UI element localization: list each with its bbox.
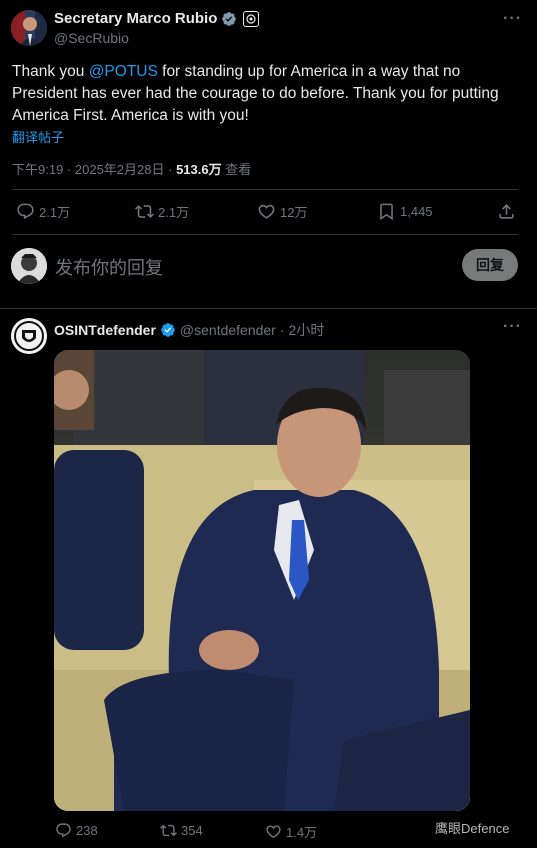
affiliate-badge-icon [243, 10, 260, 27]
reply-count: 2.1万 [39, 205, 71, 220]
like-count: 12万 [280, 205, 308, 220]
tweet-views-label: 查看 [221, 162, 252, 177]
meta-separator: · [279, 322, 285, 338]
rubio-avatar[interactable] [11, 10, 47, 46]
like-action[interactable]: 12万 [257, 202, 307, 221]
tweet-author-name[interactable]: Secretary Marco Rubio [54, 10, 217, 27]
more-icon[interactable]: ··· [503, 10, 522, 28]
meta-separator: · [63, 162, 75, 177]
reply-author-name[interactable]: OSINTdefender [54, 322, 156, 338]
bookmark-icon [380, 203, 393, 221]
tweet-meta: 下午9:19 · 2025年2月28日 · 513.6万 查看 [12, 159, 251, 178]
reply-icon [17, 203, 34, 220]
reply-input[interactable]: 发布你的回复 [55, 254, 163, 280]
reply-author-handle[interactable]: @sentdefender [180, 322, 276, 338]
meta-separator: · [164, 162, 177, 177]
reply-count: 238 [76, 823, 98, 838]
share-icon [499, 204, 514, 219]
repost-icon [135, 205, 154, 218]
reply-icon [56, 823, 71, 838]
like-icon [266, 825, 281, 838]
user-avatar-image [11, 248, 47, 284]
repost-action[interactable]: 354 [160, 822, 203, 839]
reply-action[interactable]: 238 [55, 822, 98, 839]
osint-avatar-image [11, 318, 47, 354]
like-action[interactable]: 1.4万 [265, 822, 317, 841]
reply-time[interactable]: 2小时 [289, 320, 325, 340]
reply-action[interactable]: 2.1万 [16, 202, 70, 221]
like-icon [258, 204, 275, 219]
repost-icon [160, 824, 177, 837]
tweet-time[interactable]: 下午9:19 [12, 162, 63, 177]
osint-avatar[interactable] [11, 318, 47, 354]
translate-link[interactable]: 翻译帖子 [12, 127, 64, 146]
tweet-media-image[interactable] [54, 350, 470, 811]
rubio-avatar-image [11, 10, 47, 46]
more-icon[interactable]: ··· [503, 318, 522, 336]
tweet-author-handle[interactable]: @SecRubio [54, 30, 129, 46]
section-divider [0, 308, 537, 309]
divider [12, 189, 518, 190]
share-action[interactable] [497, 202, 516, 221]
verified-icon [222, 11, 237, 26]
tweet-views-count: 513.6万 [176, 162, 222, 177]
user-avatar[interactable] [11, 248, 47, 284]
reply-author-row: OSINTdefender @sentdefender · 2小时 [54, 320, 324, 340]
mention-link[interactable]: @POTUS [89, 63, 158, 80]
tweet-date[interactable]: 2025年2月28日 [75, 162, 165, 177]
bookmark-count: 1,445 [400, 204, 433, 219]
like-count: 1.4万 [286, 825, 318, 840]
repost-action[interactable]: 2.1万 [135, 202, 189, 221]
divider [12, 234, 518, 235]
tweet-text-part: Thank you [12, 63, 89, 80]
watermark-text: 鹰眼Defence [435, 821, 510, 836]
verified-icon [161, 323, 175, 337]
reply-button[interactable]: 回复 [462, 249, 518, 281]
repost-count: 354 [181, 823, 203, 838]
media-photo [54, 350, 470, 811]
tweet-author-row: Secretary Marco Rubio [54, 10, 260, 27]
repost-count: 2.1万 [158, 205, 190, 220]
tweet-text: Thank you @POTUS for standing up for Ame… [12, 61, 522, 127]
bookmark-action[interactable]: 1,445 [377, 202, 433, 221]
